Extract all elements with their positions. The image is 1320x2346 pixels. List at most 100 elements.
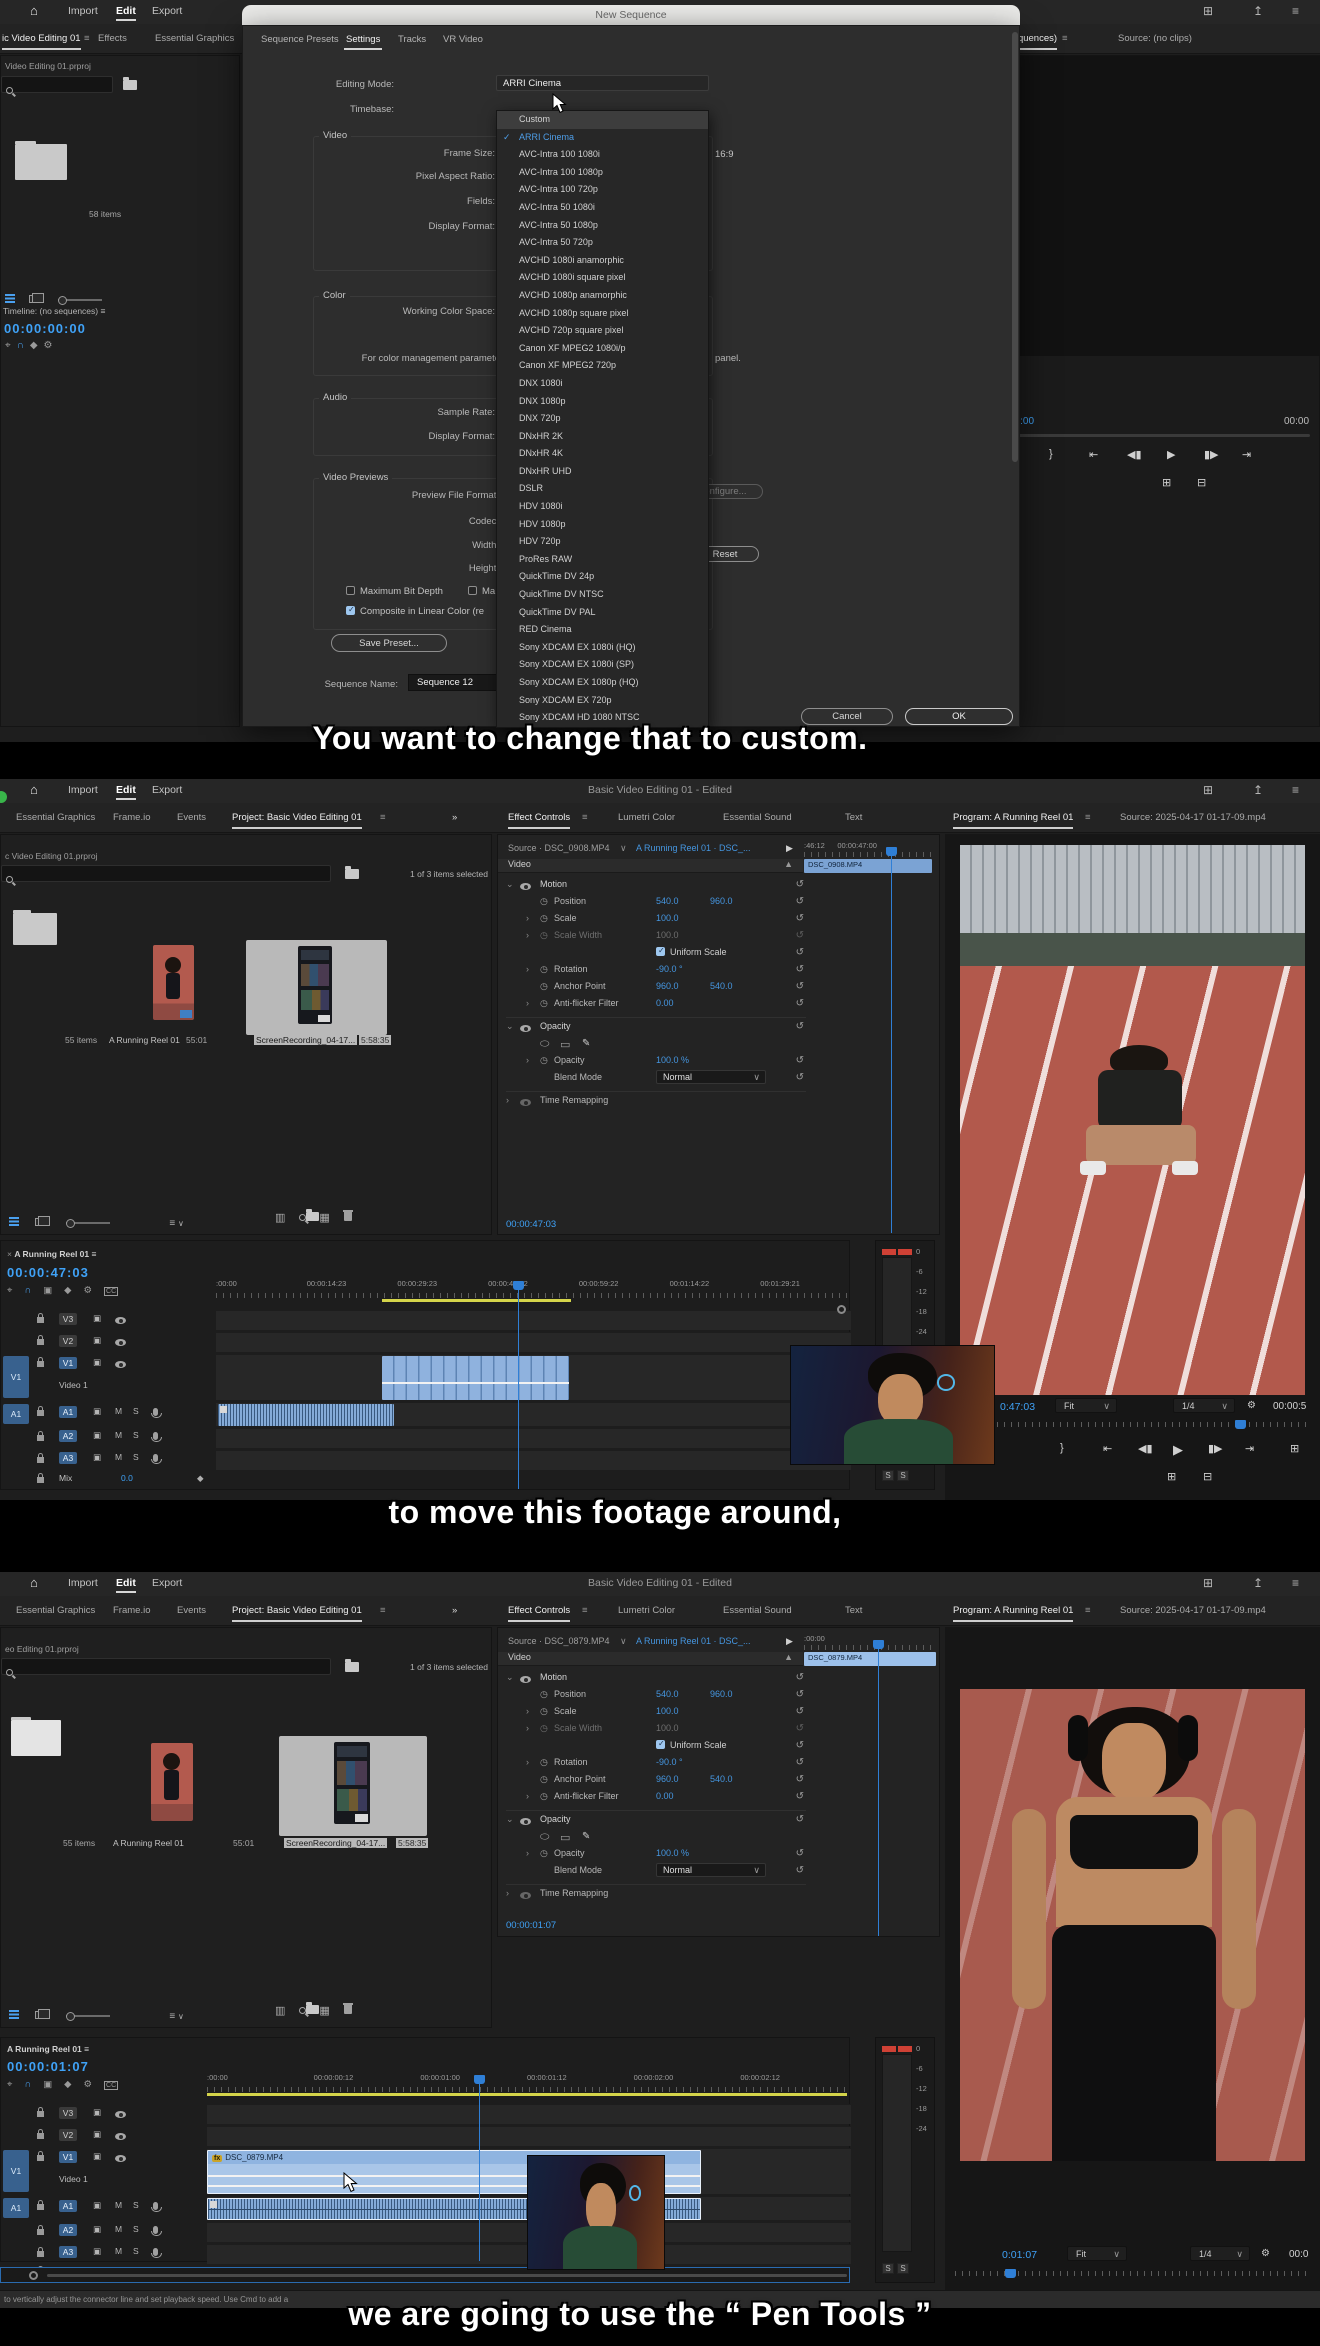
play-icon[interactable]: ▶ [1167, 448, 1175, 461]
twirl-closed-icon[interactable]: › [526, 913, 529, 923]
tab-essential-sound[interactable]: Essential Sound [723, 812, 792, 823]
menu-edit[interactable]: Edit [116, 5, 136, 21]
stopwatch-icon[interactable]: ◷ [540, 1055, 548, 1066]
rotation-value[interactable]: -90.0 ° [656, 964, 683, 974]
program-scrubber-handle[interactable] [1235, 1420, 1246, 1429]
lock-icon[interactable] [37, 2251, 44, 2257]
anchor-x-value[interactable]: 960.0 [656, 981, 679, 991]
sort-icon[interactable]: ≡ ∨ [169, 1218, 183, 1229]
bin-folder-icon[interactable] [13, 913, 57, 945]
timeline-tab[interactable]: × A Running Reel 01 ≡ [7, 1249, 96, 1259]
track-a1-chip[interactable]: A1 [59, 2200, 77, 2212]
source-patch-icon[interactable]: ▣ [93, 1430, 101, 1441]
source-patch-icon[interactable]: ▣ [93, 2129, 101, 2140]
clip1-name[interactable]: A Running Reel 01 [113, 1838, 184, 1848]
anchor-x-value[interactable]: 960.0 [656, 1774, 679, 1784]
ec-bottom-timecode[interactable]: 00:00:47:03 [506, 1219, 556, 1230]
source-patch-icon[interactable]: ▣ [93, 1406, 101, 1417]
panel-menu-icon[interactable]: ≡ [582, 1605, 588, 1616]
uniform-scale-checkbox[interactable]: Uniform Scale [656, 947, 727, 957]
eye-icon[interactable] [115, 2155, 126, 2162]
tab-project[interactable]: Project: Basic Video Editing 01 [232, 1605, 362, 1616]
chevron-down-icon[interactable]: ∨ [620, 843, 627, 854]
dropdown-item[interactable]: Sony XDCAM EX 1080i (HQ) [497, 639, 708, 657]
mark-out-icon[interactable]: } [1060, 1442, 1064, 1454]
twirl-closed-icon[interactable]: › [506, 1095, 509, 1105]
panel-toggle-icon[interactable]: ⊞ [1203, 1576, 1213, 1590]
editing-mode-dropdown[interactable]: ARRI Cinema [496, 75, 709, 91]
lock-icon[interactable] [37, 1457, 44, 1463]
pen-mask-icon[interactable]: ✎ [582, 1831, 590, 1842]
track-a3-chip[interactable]: A3 [59, 2246, 77, 2258]
step-back-icon[interactable]: ◀▮ [1138, 1442, 1153, 1455]
share-icon[interactable]: ↥ [1253, 1576, 1263, 1590]
lock-icon[interactable] [37, 1361, 44, 1367]
lane-a1[interactable] [216, 1402, 851, 1426]
fit-dropdown[interactable]: Fit∨ [1055, 1398, 1117, 1413]
selected-item-highlight[interactable] [279, 1736, 427, 1836]
tab-essential-graphics[interactable]: Essential Graphics [16, 1605, 95, 1616]
reset-icon[interactable]: ↺ [796, 1865, 804, 1876]
timeline-scroll-handle[interactable] [837, 1305, 846, 1314]
time-remapping-label[interactable]: Time Remapping [540, 1888, 608, 1898]
tab-tracks[interactable]: Tracks [398, 34, 426, 45]
clip-thumbnail-running-reel[interactable] [153, 945, 194, 1020]
dropdown-item[interactable]: AVC-Intra 100 720p [497, 181, 708, 199]
dropdown-scrollbar[interactable] [1012, 32, 1018, 462]
ec-sequence-tab[interactable]: A Running Reel 01 · DSC_... [636, 843, 751, 853]
keyframe-nav-icon[interactable]: ◆ [197, 1473, 204, 1484]
go-to-in-icon[interactable]: ⇤ [1103, 1442, 1112, 1455]
panel-menu-icon[interactable]: ≡ [380, 1605, 386, 1616]
export-frame-icon[interactable]: ⊞ [1167, 1470, 1176, 1483]
timeline-tools[interactable]: ⌖∩▣◆⚙CC [7, 1285, 118, 1296]
tab-project-bin[interactable]: ic Video Editing 01 [2, 33, 81, 44]
time-remapping-label[interactable]: Time Remapping [540, 1095, 608, 1105]
source-patch-icon[interactable]: ▣ [93, 2246, 101, 2257]
position-y-value[interactable]: 960.0 [710, 1689, 733, 1699]
mute-button[interactable]: M [115, 1452, 122, 1462]
eye-icon[interactable] [115, 2111, 126, 2118]
rect-mask-icon[interactable]: ▭ [560, 1038, 570, 1051]
reset-icon[interactable]: ↺ [796, 879, 804, 890]
play-small-icon[interactable]: ▶ [786, 843, 793, 854]
list-view-icon[interactable] [5, 294, 15, 303]
checkbox-off-icon[interactable] [468, 586, 477, 595]
icon-view-icon[interactable] [35, 2011, 45, 2019]
step-forward-icon[interactable]: ▮▶ [1208, 1442, 1223, 1455]
eye-icon[interactable] [115, 1361, 126, 1368]
trash-icon[interactable] [344, 2005, 352, 2014]
a1-source-patch[interactable]: A1 [3, 2198, 29, 2218]
new-item-icon[interactable]: ▦ [319, 2005, 343, 2017]
clip-thumbnail-running-reel[interactable] [151, 1743, 193, 1821]
program-timecode[interactable]: 0:47:03 [1000, 1401, 1035, 1413]
reset-icon[interactable]: ↺ [796, 981, 804, 992]
twirl-open-icon[interactable]: ⌄ [506, 1021, 514, 1032]
dropdown-item[interactable]: AVC-Intra 50 720p [497, 234, 708, 252]
solo-button[interactable]: S [133, 1430, 139, 1440]
play-icon[interactable]: ▶ [1173, 1442, 1183, 1458]
opacity-value[interactable]: 100.0 % [656, 1848, 689, 1858]
lane-v3[interactable] [207, 2104, 851, 2124]
dropdown-item[interactable]: Sony XDCAM EX 1080p (HQ) [497, 674, 708, 692]
tab-source-monitor[interactable]: Source: (no clips) [1118, 33, 1192, 44]
scale-value[interactable]: 100.0 [656, 913, 679, 923]
tab-effect-controls[interactable]: Effect Controls [508, 812, 570, 823]
twirl-closed-icon[interactable]: › [526, 1848, 529, 1858]
tab-events[interactable]: Events [177, 812, 206, 823]
reset-icon[interactable]: ↺ [796, 1055, 804, 1066]
sort-icon[interactable]: ≡ ∨ [169, 2011, 183, 2022]
dropdown-item[interactable]: QuickTime DV NTSC [497, 586, 708, 604]
lane-v2[interactable] [216, 1332, 851, 1352]
checkbox-off-icon[interactable] [346, 586, 355, 595]
dropdown-item[interactable]: QuickTime DV PAL [497, 604, 708, 622]
clip2-name[interactable]: ScreenRecording_04-17... [254, 1035, 357, 1045]
tab-text[interactable]: Text [845, 1605, 862, 1616]
ec-playhead-line[interactable] [878, 1646, 879, 1936]
dropdown-item[interactable]: DNX 1080i [497, 375, 708, 393]
anti-flicker-value[interactable]: 0.00 [656, 1791, 674, 1801]
bin-folder-icon[interactable] [15, 144, 67, 180]
panel-toggle-icon[interactable]: ⊞ [1203, 4, 1213, 18]
twirl-closed-icon[interactable]: › [526, 1791, 529, 1801]
checkbox-on-icon[interactable] [656, 1740, 665, 1749]
track-v3-chip[interactable]: V3 [59, 2107, 77, 2119]
